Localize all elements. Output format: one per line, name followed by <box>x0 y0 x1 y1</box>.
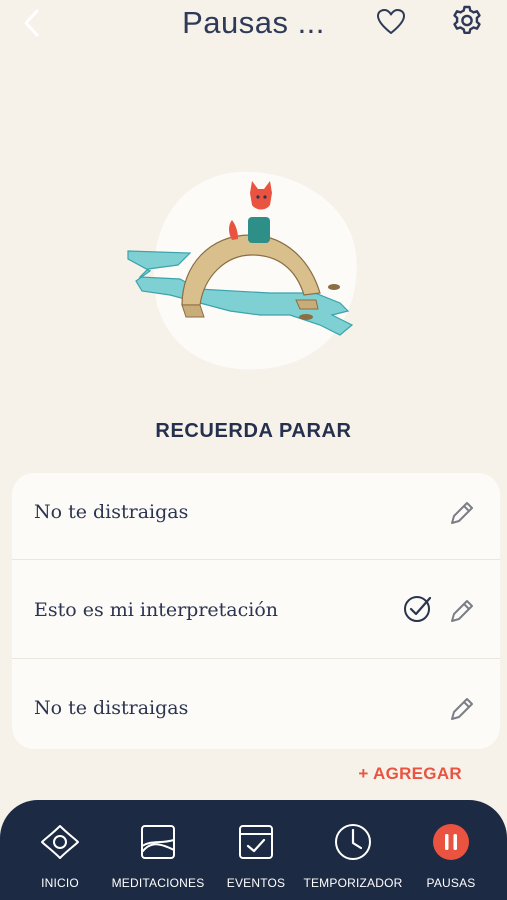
nav-item-meditaciones[interactable]: MEDITACIONES <box>108 800 208 900</box>
add-button[interactable]: + AGREGAR <box>358 764 462 784</box>
check-button[interactable] <box>402 593 434 625</box>
page-title: Pausas ... <box>182 5 325 40</box>
nav-item-pausas[interactable]: PAUSAS <box>414 800 488 900</box>
reminder-item[interactable]: No te distraigas <box>12 473 500 571</box>
nav-label: PAUSAS <box>426 876 476 890</box>
eye-icon <box>41 825 79 859</box>
nav-item-eventos[interactable]: EVENTOS <box>216 800 296 900</box>
clock-icon <box>335 824 371 860</box>
image-icon <box>141 825 175 859</box>
heart-icon <box>377 9 405 34</box>
nav-item-inicio[interactable]: INICIO <box>20 800 100 900</box>
reminder-label: Esto es mi interpretación <box>34 599 279 621</box>
nav-label: TEMPORIZADOR <box>303 876 403 890</box>
divider <box>12 658 500 659</box>
nav-label: EVENTOS <box>226 876 286 890</box>
section-title: RECUERDA PARAR <box>155 420 352 442</box>
gear-icon <box>453 5 481 34</box>
reminder-item[interactable]: Esto es mi interpretación <box>12 571 500 669</box>
pause-icon <box>433 824 469 860</box>
check-circle-icon <box>404 596 432 622</box>
bridge-fox-illustration <box>120 165 380 375</box>
edit-button[interactable] <box>448 597 476 625</box>
reminder-item[interactable]: No te distraigas <box>12 669 500 767</box>
pencil-icon <box>451 698 473 720</box>
favorite-button[interactable] <box>375 6 407 38</box>
divider <box>12 559 500 560</box>
edit-button[interactable] <box>448 695 476 723</box>
reminder-label: No te distraigas <box>34 501 189 523</box>
nav-item-temporizador[interactable]: TEMPORIZADOR <box>302 800 404 900</box>
header: Pausas ... <box>0 0 507 50</box>
edit-button[interactable] <box>448 499 476 527</box>
calendar-check-icon <box>239 825 273 859</box>
nav-label: MEDITACIONES <box>111 876 205 890</box>
nav-label: INICIO <box>41 876 79 890</box>
settings-button[interactable] <box>450 4 484 38</box>
pencil-icon <box>451 600 473 622</box>
bottom-nav: INICIO MEDITACIONES EVENTOS TEMPORIZADOR… <box>0 800 507 900</box>
reminders-card: No te distraigas Esto es mi interpretaci… <box>12 473 500 749</box>
pencil-icon <box>451 502 473 524</box>
reminder-label: No te distraigas <box>34 697 189 719</box>
